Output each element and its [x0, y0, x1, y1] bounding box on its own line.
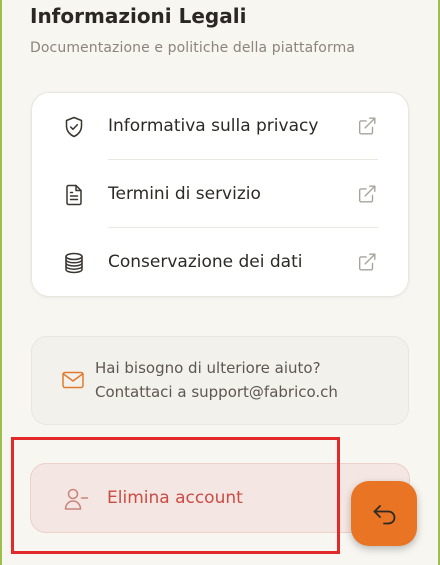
help-contact-text: Contattaci a support@fabrico.ch: [95, 383, 338, 401]
page-subtitle: Documentazione e politiche della piattaf…: [30, 40, 355, 56]
link-label: Termini di servizio: [108, 184, 261, 204]
database-icon: [65, 252, 83, 274]
external-link-icon: [358, 253, 376, 271]
help-contact-card[interactable]: Hai bisogno di ulteriore aiuto? Contatta…: [31, 336, 409, 425]
link-terms-of-service[interactable]: Termini di servizio: [32, 161, 408, 227]
return-arrow-icon: [373, 505, 396, 525]
mail-icon: [62, 371, 84, 389]
link-data-retention[interactable]: Conservazione dei dati: [32, 229, 408, 295]
divider: [108, 159, 378, 160]
legal-links-card: Informativa sulla privacy Termini di ser…: [31, 92, 409, 297]
divider: [108, 227, 378, 228]
window-edge-left: [0, 0, 2, 565]
page-title: Informazioni Legali: [30, 4, 247, 28]
document-icon: [66, 184, 82, 206]
link-label: Informativa sulla privacy: [108, 116, 319, 136]
shield-check-icon: [65, 116, 83, 138]
help-question-text: Hai bisogno di ulteriore aiuto?: [95, 359, 321, 377]
link-privacy-policy[interactable]: Informativa sulla privacy: [32, 93, 408, 159]
highlight-box: [11, 437, 340, 554]
back-fab-button[interactable]: [351, 481, 417, 546]
external-link-icon: [358, 185, 376, 203]
external-link-icon: [358, 117, 376, 135]
link-label: Conservazione dei dati: [108, 252, 303, 272]
